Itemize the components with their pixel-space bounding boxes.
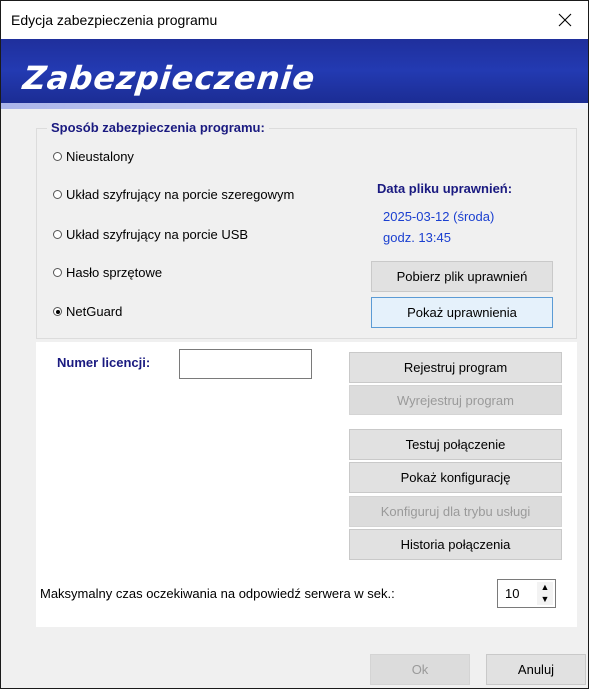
server-timeout-label: Maksymalny czas oczekiwania na odpowiedź… xyxy=(40,586,395,601)
stepper-buttons: ▲ ▼ xyxy=(537,582,553,605)
show-permissions-button[interactable]: Pokaż uprawnienia xyxy=(371,297,553,328)
show-configuration-button[interactable]: Pokaż konfigurację xyxy=(349,462,562,493)
header-banner: Zabezpieczenie xyxy=(1,39,588,109)
radio-option-nieustalony[interactable]: Nieustalony xyxy=(53,149,134,164)
license-file-date-title: Data pliku uprawnień: xyxy=(377,181,513,196)
radio-label: Nieustalony xyxy=(66,149,134,164)
radio-label: Hasło sprzętowe xyxy=(66,265,163,280)
server-timeout-stepper[interactable]: 10 ▲ ▼ xyxy=(497,579,556,608)
unregister-program-button[interactable]: Wyrejestruj program xyxy=(349,385,562,415)
radio-button[interactable] xyxy=(53,152,62,161)
banner-title: Zabezpieczenie xyxy=(21,59,318,97)
radio-label: Układ szyfrujący na porcie USB xyxy=(66,227,249,242)
license-file-date: 2025-03-12 (środa) xyxy=(383,209,495,224)
stepper-up-icon[interactable]: ▲ xyxy=(541,582,550,593)
ok-button[interactable]: Ok xyxy=(370,654,470,685)
radio-button-selected[interactable] xyxy=(53,307,62,316)
server-timeout-value: 10 xyxy=(505,586,520,601)
register-program-button[interactable]: Rejestruj program xyxy=(349,352,562,383)
license-number-label: Numer licencji: xyxy=(57,355,151,370)
fetch-license-file-button[interactable]: Pobierz plik uprawnień xyxy=(371,261,553,292)
radio-button[interactable] xyxy=(53,230,62,239)
radio-button[interactable] xyxy=(53,190,62,199)
stepper-down-icon[interactable]: ▼ xyxy=(541,594,550,605)
protection-method-legend: Sposób zabezpieczenia programu: xyxy=(47,120,269,135)
configure-service-mode-button[interactable]: Konfiguruj dla trybu usługi xyxy=(349,496,562,527)
cancel-button[interactable]: Anuluj xyxy=(486,654,586,685)
radio-button[interactable] xyxy=(53,268,62,277)
radio-option-hardware-password[interactable]: Hasło sprzętowe xyxy=(53,265,162,280)
radio-option-netguard[interactable]: NetGuard xyxy=(53,304,122,319)
connection-history-button[interactable]: Historia połączenia xyxy=(349,529,562,560)
protection-method-group: Sposób zabezpieczenia programu: Nieustal… xyxy=(36,120,577,339)
license-file-time: godz. 13:45 xyxy=(383,230,451,245)
close-icon xyxy=(558,13,572,27)
window-title: Edycja zabezpieczenia programu xyxy=(11,12,218,28)
close-button[interactable] xyxy=(542,1,588,39)
radio-option-usb[interactable]: Układ szyfrujący na porcie USB xyxy=(53,227,248,242)
test-connection-button[interactable]: Testuj połączenie xyxy=(349,429,562,460)
radio-label: NetGuard xyxy=(66,304,123,319)
license-panel: Numer licencji: Rejestruj program Wyreje… xyxy=(36,342,577,627)
title-bar: Edycja zabezpieczenia programu xyxy=(1,1,588,39)
radio-label: Układ szyfrujący na porcie szeregowym xyxy=(66,187,295,202)
dialog-window: Edycja zabezpieczenia programu Zabezpiec… xyxy=(0,0,589,689)
radio-option-serial[interactable]: Układ szyfrujący na porcie szeregowym xyxy=(53,187,294,202)
license-number-input[interactable] xyxy=(179,349,312,379)
